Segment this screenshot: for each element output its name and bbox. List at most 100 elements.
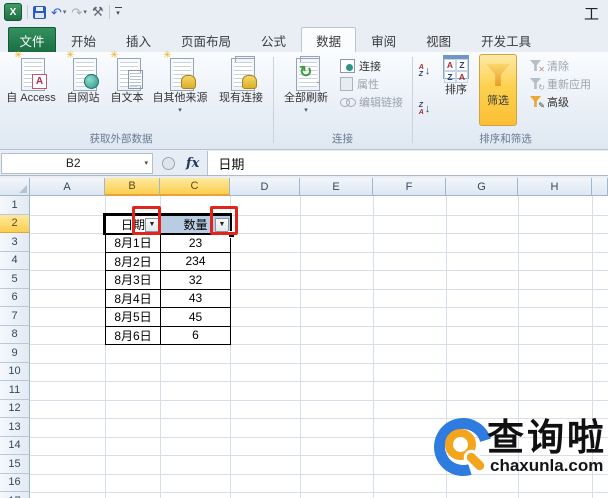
cell-date[interactable]: 8月2日: [106, 253, 161, 272]
from-web-label: 自网站: [67, 89, 100, 105]
tab-insert[interactable]: 插入: [111, 27, 166, 52]
column-header-a[interactable]: A: [30, 178, 105, 196]
column-header-g[interactable]: G: [446, 178, 518, 196]
cell-qty[interactable]: 23: [161, 234, 231, 253]
row-header-8[interactable]: 8: [0, 326, 30, 345]
sort-filter-small-buttons: ✕ 清除 ↻ 重新应用 ✎ 高级: [530, 58, 591, 110]
row-header-7[interactable]: 7: [0, 307, 30, 326]
column-header-b[interactable]: B: [105, 178, 160, 196]
from-text-label: 自文本: [111, 89, 144, 105]
select-all-corner[interactable]: [0, 178, 30, 196]
column-header-f[interactable]: F: [373, 178, 446, 196]
from-access-button[interactable]: ✳ A 自 Access: [2, 55, 60, 105]
column-header-c[interactable]: C: [160, 178, 230, 196]
row-header-9[interactable]: 9: [0, 344, 30, 363]
sort-ascending-button[interactable]: AZ ↓: [414, 60, 435, 81]
connections-button[interactable]: 连接: [340, 58, 403, 74]
gridline-horizontal: [30, 400, 608, 401]
tab-formulas[interactable]: 公式: [246, 27, 301, 52]
reapply-button: ↻ 重新应用: [530, 76, 591, 92]
tab-home[interactable]: 开始: [56, 27, 111, 52]
from-other-sources-button[interactable]: ✳ 自其他来源 ▾: [149, 55, 211, 114]
row-header-6[interactable]: 6: [0, 289, 30, 308]
cell-date[interactable]: 8月3日: [106, 271, 161, 290]
properties-icon: [340, 77, 353, 91]
column-header-h[interactable]: H: [518, 178, 592, 196]
row-header-10[interactable]: 10: [0, 363, 30, 382]
row-header-2[interactable]: 2: [0, 215, 30, 234]
tab-developer[interactable]: 开发工具: [466, 27, 546, 52]
properties-button: 属性: [340, 76, 403, 92]
row-header-1[interactable]: 1: [0, 196, 30, 215]
row-header-11[interactable]: 11: [0, 381, 30, 400]
letter-a: A: [419, 109, 424, 116]
sort-button[interactable]: AZ ZA 排序: [436, 55, 476, 97]
row-header-12[interactable]: 12: [0, 400, 30, 419]
undo-button[interactable]: ↶ ▾: [51, 6, 66, 19]
fill-handle[interactable]: [228, 231, 235, 238]
row-header-14[interactable]: 14: [0, 437, 30, 456]
customize-tools-icon[interactable]: ⚒: [92, 4, 104, 20]
filter-button-active[interactable]: 筛选: [479, 54, 517, 126]
arrow-down-icon: ↓: [425, 103, 431, 115]
cell-c2-selected[interactable]: 数量 ▼: [161, 216, 231, 235]
formula-input[interactable]: 日期: [207, 151, 608, 175]
undo-dropdown-icon[interactable]: ▾: [63, 9, 67, 16]
row-header-17[interactable]: 17: [0, 492, 30, 498]
save-icon[interactable]: [33, 6, 46, 19]
column-header-d[interactable]: D: [230, 178, 300, 196]
letter-z: Z: [419, 71, 424, 78]
row-header-3[interactable]: 3: [0, 233, 30, 252]
customize-qat-button[interactable]: ▾: [115, 7, 122, 17]
refresh-all-button[interactable]: ↻ 全部刷新 ▾: [277, 55, 335, 114]
watermark-domain: chaxunla.com: [490, 456, 603, 476]
tab-file[interactable]: 文件: [8, 27, 56, 52]
cell-date[interactable]: 8月1日: [106, 234, 161, 253]
row-header-4[interactable]: 4: [0, 252, 30, 271]
from-other-sources-label: 自其他来源: [153, 89, 208, 105]
tab-view[interactable]: 视图: [411, 27, 466, 52]
table-row: 8月4日 43: [106, 290, 231, 309]
text-doc-icon: [128, 70, 143, 89]
row-header-5[interactable]: 5: [0, 270, 30, 289]
name-box[interactable]: B2 ▾: [1, 153, 153, 174]
excel-x-glyph: X: [10, 7, 17, 18]
cell-date[interactable]: 8月5日: [106, 308, 161, 327]
table-row: 8月2日 234: [106, 253, 231, 272]
filter-dropdown-qty-button[interactable]: ▼: [215, 218, 229, 232]
name-box-dropdown-icon[interactable]: ▾: [144, 159, 148, 167]
filter-dropdown-date-button[interactable]: ▼: [145, 218, 159, 232]
cell-date[interactable]: 8月4日: [106, 290, 161, 309]
tab-data[interactable]: 数据: [301, 27, 356, 52]
cell-b2-active[interactable]: 日期 ▼: [106, 216, 161, 235]
separator: [27, 5, 28, 19]
cell-qty[interactable]: 234: [161, 253, 231, 272]
from-text-button[interactable]: ✳ 自文本: [105, 55, 149, 105]
data-table: 日期 ▼ 数量 ▼ 8月1日 23 8月2日 234 8月3日 32 8月4日 …: [105, 215, 231, 346]
advanced-filter-button[interactable]: ✎ 高级: [530, 94, 591, 110]
row-header-16[interactable]: 16: [0, 474, 30, 493]
cell-qty[interactable]: 45: [161, 308, 231, 327]
from-web-button[interactable]: ✳ 自网站: [61, 55, 105, 105]
tab-page-layout[interactable]: 页面布局: [166, 27, 246, 52]
cell-qty[interactable]: 6: [161, 327, 231, 346]
filter-label: 筛选: [487, 92, 509, 108]
worksheet: A B C D E F G H 1 2 3 4 5 6 7 8 9 10 11 …: [0, 178, 608, 498]
cell-date[interactable]: 8月6日: [106, 327, 161, 346]
ribbon-tab-bar: 文件 开始 插入 页面布局 公式 数据 审阅 视图 开发工具: [0, 24, 608, 52]
dropdown-icon: ▼: [219, 221, 226, 228]
cell-qty[interactable]: 32: [161, 271, 231, 290]
existing-connections-button[interactable]: 现有连接: [213, 55, 269, 105]
column-header-e[interactable]: E: [300, 178, 373, 196]
sort-descending-button[interactable]: ZA ↓: [414, 98, 435, 119]
reapply-icon: ↻: [530, 78, 543, 90]
row-header-15[interactable]: 15: [0, 455, 30, 474]
column-header-partial[interactable]: [592, 178, 608, 196]
tab-review[interactable]: 审阅: [356, 27, 411, 52]
cell-qty[interactable]: 43: [161, 290, 231, 309]
properties-label: 属性: [357, 76, 379, 92]
sort-dialog-icon: AZ ZA: [443, 55, 469, 79]
sort-label: 排序: [445, 81, 467, 97]
insert-function-button[interactable]: fx: [186, 156, 199, 171]
row-header-13[interactable]: 13: [0, 418, 30, 437]
